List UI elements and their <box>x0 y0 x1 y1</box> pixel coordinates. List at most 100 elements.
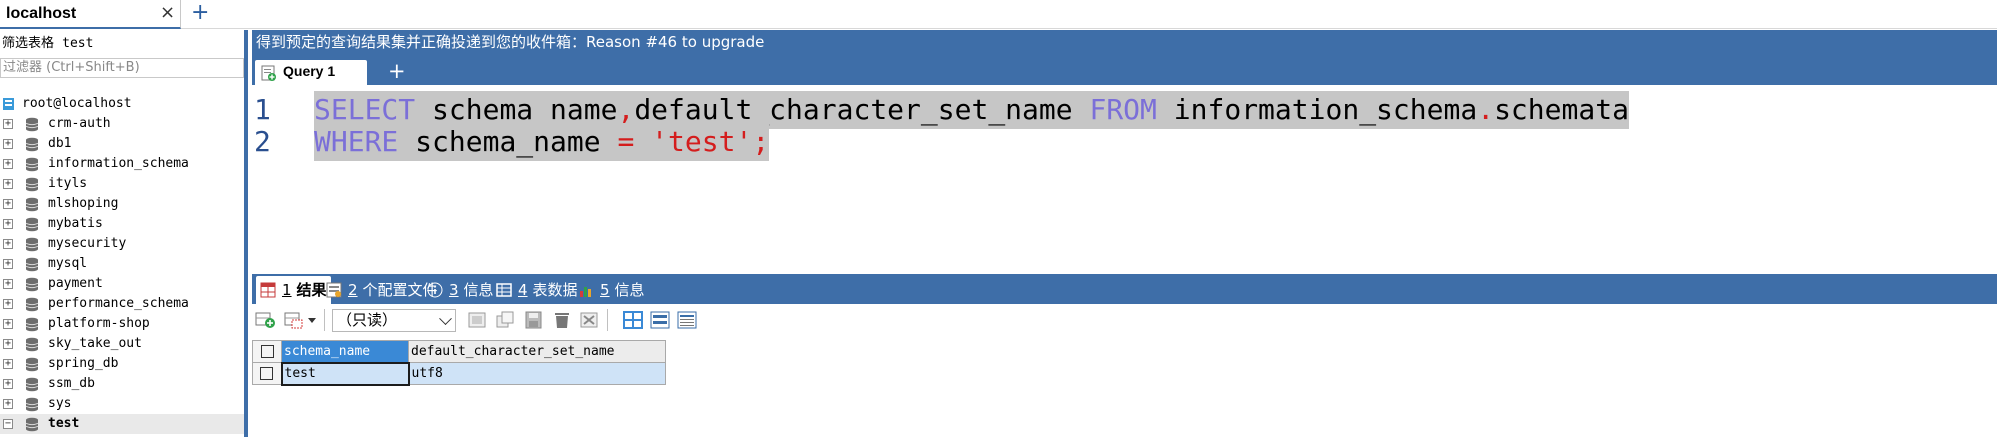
code-token: default_character_set_name <box>634 93 1090 126</box>
tree-item-database[interactable]: + payment <box>0 274 244 294</box>
form-view-icon[interactable] <box>649 310 671 330</box>
column-header-default-character-set-name[interactable]: default_character_set_name <box>408 340 666 363</box>
database-icon <box>25 317 39 332</box>
database-name: payment <box>48 276 103 291</box>
toolbar-separator <box>607 309 608 331</box>
tab-query-1[interactable]: Query 1 <box>255 60 367 85</box>
code-token: schema_name <box>415 93 618 126</box>
cell-default-character-set-name[interactable]: utf8 <box>408 362 666 385</box>
tree-item-database[interactable]: + performance_schema <box>0 294 244 314</box>
code-token: , <box>617 93 635 126</box>
result-tab-label: 表数据 <box>532 281 578 299</box>
tree-item-database[interactable]: + spring_db <box>0 354 244 374</box>
copy-rows-icon[interactable] <box>495 310 517 330</box>
sql-editor[interactable]: 1 SELECT schema_name,default_character_se… <box>252 85 1997 300</box>
expand-toggle-icon[interactable]: + <box>3 399 13 409</box>
mode-select-value: （只读） <box>337 311 398 329</box>
result-tab-bar: 1 结果 2 个配置文件 3 信息 4 表数据 5 信息 <box>252 274 1997 304</box>
row-checkbox[interactable] <box>252 362 282 385</box>
connection-tab-bar: localhost × + <box>0 0 1997 29</box>
database-name: mysecurity <box>48 236 127 251</box>
tree-item-database[interactable]: + information_schema <box>0 154 244 174</box>
chevron-down-icon <box>439 312 452 326</box>
delete-row-dropdown-icon[interactable] <box>284 310 318 330</box>
database-name: mlshoping <box>48 196 119 211</box>
database-icon <box>25 257 39 272</box>
tree-item-database[interactable]: + mysecurity <box>0 234 244 254</box>
tree-item-database[interactable]: + platform-shop <box>0 314 244 334</box>
read-only-mode-select[interactable]: （只读） <box>332 309 456 332</box>
database-name: ityls <box>48 176 88 191</box>
expand-toggle-icon[interactable]: + <box>3 319 13 329</box>
expand-toggle-icon[interactable]: + <box>3 159 13 169</box>
expand-toggle-icon[interactable]: + <box>3 119 13 129</box>
tab-result-4[interactable]: 4 表数据 <box>496 276 578 304</box>
code-token: = <box>617 125 635 158</box>
code-token: ; <box>752 125 770 158</box>
cell-schema-name[interactable]: test <box>280 361 410 386</box>
database-name: crm-auth <box>48 116 111 131</box>
filter-tables-value[interactable]: test <box>62 36 93 51</box>
expand-toggle-icon[interactable]: + <box>3 199 13 209</box>
database-icon <box>25 397 39 412</box>
code-token: SELECT <box>314 93 416 126</box>
expand-toggle-icon[interactable]: + <box>3 139 13 149</box>
select-all-checkbox[interactable] <box>252 340 282 363</box>
tree-item-database[interactable]: + ityls <box>0 174 244 194</box>
grid-header-row: schema_name default_character_set_name <box>252 340 666 363</box>
expand-toggle-icon[interactable]: + <box>3 359 13 369</box>
filter-tables-label: 筛选表格 <box>2 36 55 51</box>
expand-toggle-icon[interactable]: + <box>3 279 13 289</box>
discard-changes-icon[interactable] <box>579 310 601 330</box>
tree-root-connection[interactable]: root@localhost <box>0 94 244 114</box>
new-connection-button[interactable]: + <box>191 1 209 25</box>
connection-tab-localhost[interactable]: localhost × <box>0 0 181 29</box>
add-query-tab-button[interactable]: + <box>388 59 406 83</box>
code-token: information_schema <box>1156 93 1478 126</box>
column-header-schema-name[interactable]: schema_name <box>281 340 409 363</box>
database-icon <box>25 177 39 192</box>
tree-item-database[interactable]: + ssm_db <box>0 374 244 394</box>
tree-item-database[interactable]: + mybatis <box>0 214 244 234</box>
tab-result-1[interactable]: 1 结果 <box>256 276 331 304</box>
expand-toggle-icon[interactable]: + <box>3 219 13 229</box>
upgrade-banner[interactable]: 得到预定的查询结果集并正确投递到您的收件箱：Reason #46 to upgr… <box>252 30 1997 58</box>
grid-view-icon[interactable] <box>622 310 644 330</box>
tree-item-database[interactable]: + mysql <box>0 254 244 274</box>
expand-toggle-icon[interactable]: − <box>3 419 13 429</box>
filter-input[interactable]: 过滤器 (Ctrl+Shift+B) <box>0 58 244 78</box>
expand-toggle-icon[interactable]: + <box>3 179 13 189</box>
code-token: FROM <box>1089 93 1157 126</box>
expand-toggle-icon[interactable]: + <box>3 259 13 269</box>
tree-item-database[interactable]: + sys <box>0 394 244 414</box>
tree-item-database[interactable]: − test <box>0 414 244 434</box>
tab-result-2[interactable]: 2 个配置文件 <box>326 276 438 304</box>
filter-rows-icon[interactable] <box>467 310 489 330</box>
tree-item-database[interactable]: + db1 <box>0 134 244 154</box>
tree-item-database[interactable]: + sky_take_out <box>0 334 244 354</box>
code-text[interactable]: WHERE schema_name = 'test'; <box>314 123 770 161</box>
tree-item-database[interactable]: + crm-auth <box>0 114 244 134</box>
info-icon <box>427 282 443 298</box>
text-view-icon[interactable] <box>676 310 698 330</box>
close-icon[interactable]: × <box>160 3 175 23</box>
database-tree: + crm-auth + db1 + information_schema + ityls + m… <box>0 114 244 434</box>
server-icon <box>3 98 14 110</box>
database-icon <box>25 137 39 152</box>
database-name: test <box>48 416 80 431</box>
result-tab-label: 信息 <box>463 281 494 299</box>
expand-toggle-icon[interactable]: + <box>3 299 13 309</box>
info-chart-icon <box>580 287 591 297</box>
database-name: ssm_db <box>48 376 95 391</box>
tree-item-database[interactable]: + mlshoping <box>0 194 244 214</box>
expand-toggle-icon[interactable]: + <box>3 339 13 349</box>
add-row-icon[interactable] <box>255 310 277 330</box>
expand-toggle-icon[interactable]: + <box>3 379 13 389</box>
code-token: schema_name <box>398 125 618 158</box>
save-icon[interactable] <box>523 310 545 330</box>
tab-result-3[interactable]: 3 信息 <box>427 276 494 304</box>
trash-icon[interactable] <box>551 310 573 330</box>
table-data-icon <box>496 283 512 297</box>
expand-toggle-icon[interactable]: + <box>3 239 13 249</box>
tab-result-5[interactable]: 5 信息 <box>578 276 645 304</box>
